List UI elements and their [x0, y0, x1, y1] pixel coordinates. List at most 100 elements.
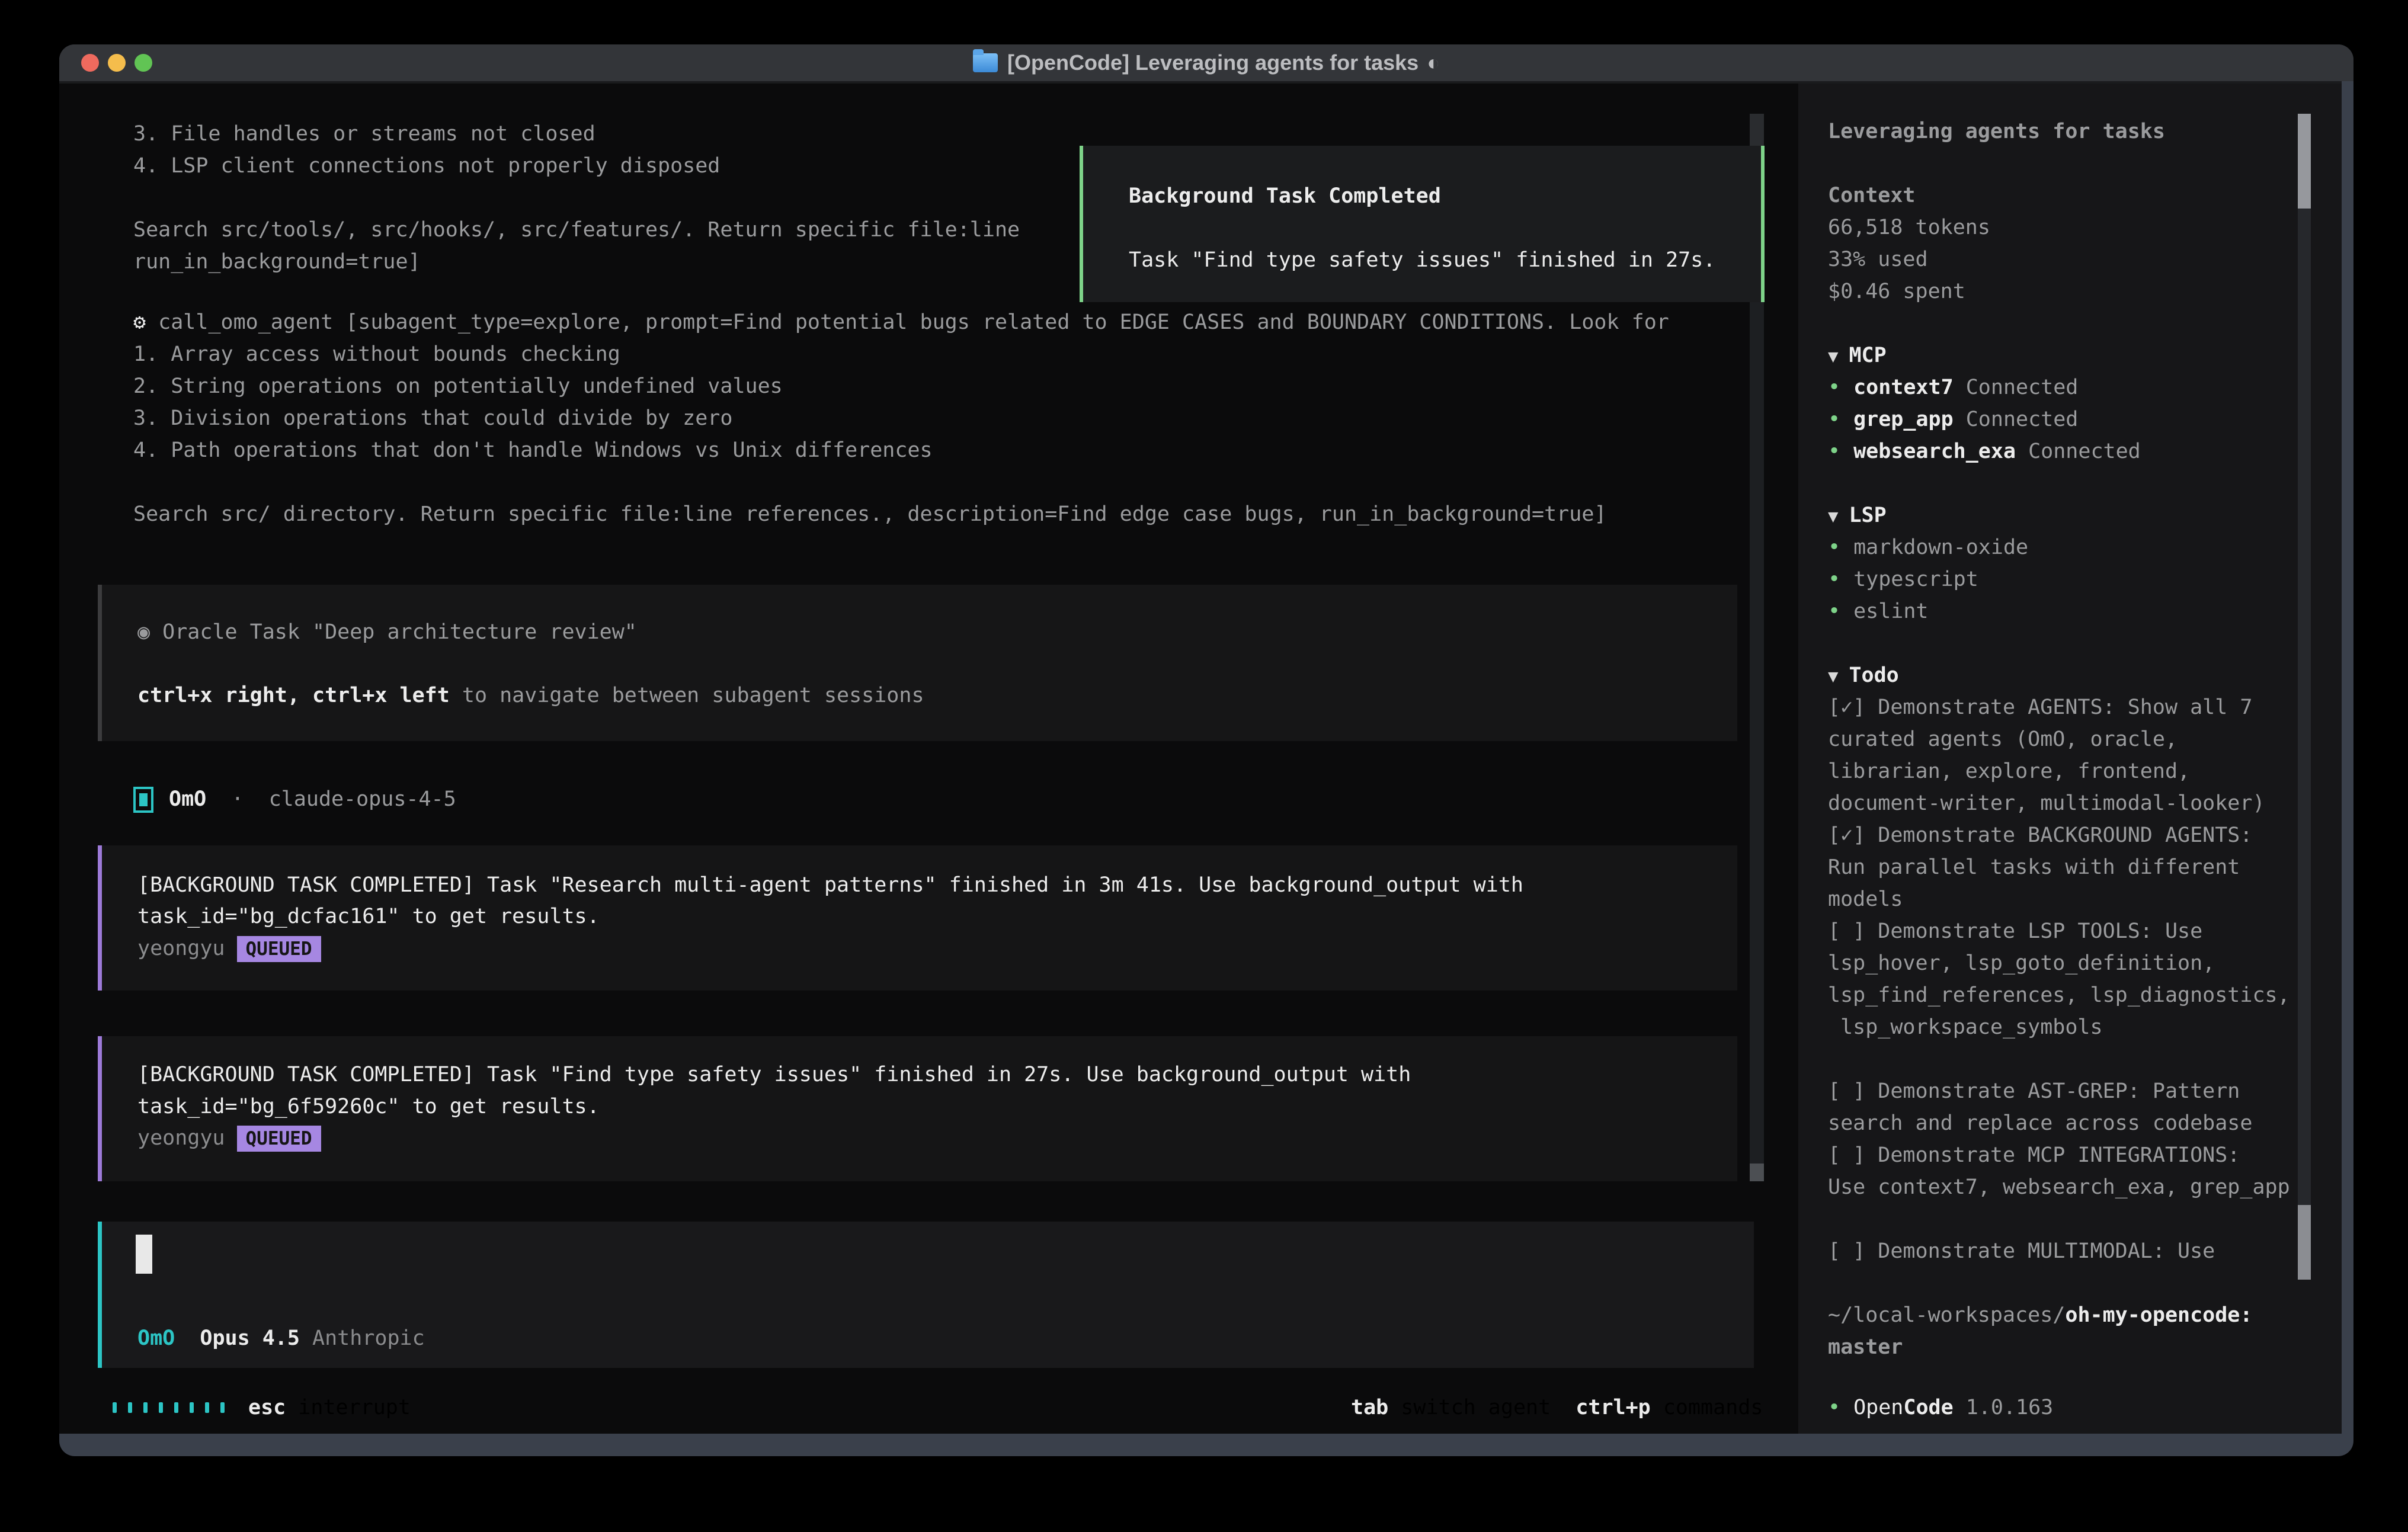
todo-section-header[interactable]: ▼Todo: [1828, 659, 1899, 691]
chat-scrollbar-thumb[interactable]: [1750, 1164, 1764, 1181]
sidebar-scrollbar-track[interactable]: [2298, 209, 2311, 1205]
todo-line-done: curated agents (OmO, oracle,: [1828, 723, 2178, 755]
chevron-down-icon: ▼: [1828, 666, 1838, 686]
app-window: [OpenCode] Leveraging agents for tasks ◐…: [59, 44, 2353, 1456]
app-version: •OpenCode 1.0.163: [1828, 1392, 2053, 1424]
task-author: yeongyu: [137, 937, 225, 960]
todo-line-done: librarian, explore, frontend,: [1828, 755, 2190, 787]
mcp-item: •websearch_exa Connected: [1828, 435, 2141, 467]
proxy-icon: ◐: [1427, 50, 1440, 75]
sidebar: Leveraging agents for tasks Context 66,5…: [1798, 84, 2342, 1434]
session-title: Leveraging agents for tasks: [1828, 116, 2165, 148]
task-message-card: [BACKGROUND TASK COMPLETED] Task "Resear…: [98, 845, 1737, 991]
tool-call-item: 1. Array access without bounds checking: [133, 338, 620, 370]
terminal-line: 3. File handles or streams not closed: [133, 118, 595, 150]
bullet-icon: •: [1828, 568, 1840, 591]
todo-line-pending: [ ] Demonstrate MCP INTEGRATIONS:: [1828, 1139, 2240, 1171]
hint-keys: ctrl+x right, ctrl+x left: [137, 684, 450, 707]
oracle-task-title: ◉ Oracle Task "Deep architecture review": [137, 616, 637, 648]
oracle-task-hint: ctrl+x right, ctrl+x left to navigate be…: [137, 680, 924, 711]
bullet-icon: •: [1828, 536, 1840, 559]
sidebar-scrollbar-thumb[interactable]: [2298, 114, 2311, 209]
todo-line-done: [✓] Demonstrate BACKGROUND AGENTS:: [1828, 819, 2252, 851]
terminal-line: 4. LSP client connections not properly d…: [133, 150, 720, 182]
task-message-line: task_id="bg_dcfac161" to get results.: [137, 900, 600, 932]
todo-line-pending: [ ] Demonstrate MULTIMODAL: Use: [1828, 1235, 2215, 1267]
mcp-section-header[interactable]: ▼MCP: [1828, 339, 1887, 371]
chat-scrollbar-cap: [1750, 114, 1764, 146]
agent-header: OmO · claude-opus-4-5: [133, 783, 456, 815]
todo-line-active: [ ] Demonstrate LSP TOOLS: Use: [1828, 915, 2202, 947]
bullet-icon: •: [1828, 376, 1840, 399]
tool-call-item: 2. String operations on potentially unde…: [133, 370, 783, 402]
prompt-input[interactable]: OmO Opus 4.5 Anthropic: [98, 1222, 1754, 1368]
workspace-path: ~/local-workspaces/oh-my-opencode:: [1828, 1299, 2252, 1331]
terminal-line: Search src/tools/, src/hooks/, src/featu…: [133, 214, 1020, 246]
esc-label: interrupt: [298, 1392, 411, 1424]
window-title-text: [OpenCode] Leveraging agents for tasks: [1007, 50, 1418, 75]
bullet-icon: •: [1828, 1396, 1840, 1419]
workspace-path-prefix: ~/local-workspaces/: [1828, 1303, 2065, 1327]
input-provider: Anthropic: [312, 1326, 425, 1350]
ctrlp-key-hint: ctrl+p: [1576, 1396, 1650, 1419]
status-badge: QUEUED: [237, 936, 321, 962]
statusbar-left: esc interrupt: [113, 1392, 411, 1424]
agent-name: OmO: [169, 787, 206, 811]
task-message-meta: yeongyu QUEUED: [137, 1122, 321, 1154]
todo-line-done: [✓] Demonstrate AGENTS: Show all 7: [1828, 691, 2252, 723]
mcp-item: •context7 Connected: [1828, 371, 2078, 403]
text-cursor: [136, 1235, 152, 1274]
lsp-item: •typescript: [1828, 563, 1978, 595]
statusbar-right: tab switch agent ctrl+p commands: [1351, 1392, 1763, 1424]
lsp-section-header[interactable]: ▼LSP: [1828, 499, 1887, 531]
task-author: yeongyu: [137, 1126, 225, 1150]
mcp-item: •grep_app Connected: [1828, 403, 2078, 435]
input-agent[interactable]: OmO: [137, 1326, 175, 1350]
toast-notification: Background Task Completed Task "Find typ…: [1080, 146, 1765, 302]
lsp-item: •markdown-oxide: [1828, 531, 2028, 563]
todo-line-active: lsp_find_references, lsp_diagnostics,: [1828, 979, 2290, 1011]
task-message-line: [BACKGROUND TASK COMPLETED] Task "Find t…: [137, 1059, 1411, 1091]
bullet-icon: •: [1828, 408, 1840, 431]
hint-text: to navigate between subagent sessions: [450, 684, 924, 707]
task-message-meta: yeongyu QUEUED: [137, 932, 321, 964]
tool-call-header: ⚙ call_omo_agent [subagent_type=explore,…: [133, 306, 1669, 338]
sidebar-scrollbar-segment: [2298, 1205, 2311, 1280]
input-model[interactable]: Opus 4.5: [200, 1326, 300, 1350]
tab-label: switch agent: [1401, 1396, 1551, 1419]
tool-call-item: 3. Division operations that could divide…: [133, 402, 732, 434]
todo-line-pending: Use context7, websearch_exa, grep_app: [1828, 1171, 2290, 1203]
terminal-content: 3. File handles or streams not closed 4.…: [59, 81, 2342, 1434]
terminal-line: run_in_background=true]: [133, 246, 421, 278]
oracle-task-card: ◉ Oracle Task "Deep architecture review"…: [98, 585, 1737, 741]
todo-line-active: lsp_hover, lsp_goto_definition,: [1828, 947, 2215, 979]
ctrlp-label: commands: [1663, 1396, 1763, 1419]
window-title: [OpenCode] Leveraging agents for tasks ◐: [973, 50, 1440, 75]
input-model-row: OmO Opus 4.5 Anthropic: [137, 1322, 425, 1354]
agent-model: claude-opus-4-5: [269, 787, 456, 811]
todo-line-done: models: [1828, 883, 1903, 915]
todo-line-done: document-writer, multimodal-looker): [1828, 787, 2265, 819]
toast-title: Background Task Completed: [1129, 180, 1441, 212]
chevron-down-icon: ▼: [1828, 346, 1838, 366]
chevron-down-icon: ▼: [1828, 506, 1838, 526]
zoom-button[interactable]: [135, 54, 152, 72]
workspace-repo: oh-my-opencode:: [2065, 1303, 2252, 1327]
agent-icon: [133, 787, 153, 813]
agent-sep: ·: [231, 787, 244, 811]
status-badge: QUEUED: [237, 1126, 321, 1152]
toast-body: Task "Find type safety issues" finished …: [1129, 244, 1715, 276]
esc-key-hint: esc: [248, 1392, 286, 1424]
tool-call-item: 4. Path operations that don't handle Win…: [133, 434, 933, 466]
context-tokens: 66,518 tokens: [1828, 211, 1990, 243]
task-message-line: [BACKGROUND TASK COMPLETED] Task "Resear…: [137, 869, 1523, 901]
minimize-button[interactable]: [108, 54, 126, 72]
todo-line-pending: [ ] Demonstrate AST-GREP: Pattern: [1828, 1075, 2240, 1107]
context-heading: Context: [1828, 180, 1916, 211]
todo-line-pending: search and replace across codebase: [1828, 1107, 2252, 1139]
context-used: 33% used: [1828, 243, 1928, 275]
task-message-card: [BACKGROUND TASK COMPLETED] Task "Find t…: [98, 1036, 1737, 1181]
close-button[interactable]: [81, 54, 99, 72]
titlebar: [OpenCode] Leveraging agents for tasks ◐: [59, 44, 2353, 81]
traffic-lights: [81, 54, 152, 72]
